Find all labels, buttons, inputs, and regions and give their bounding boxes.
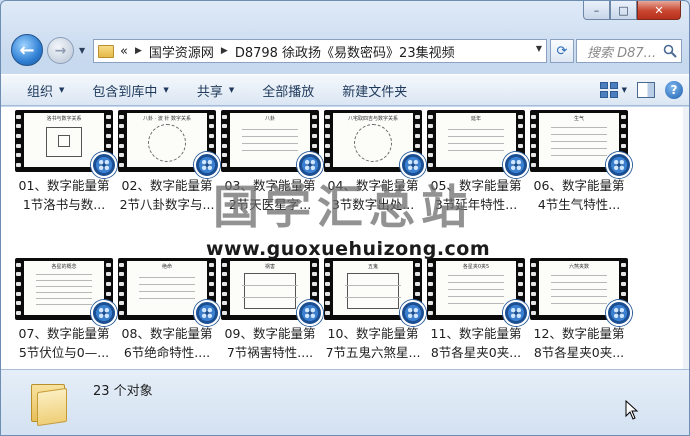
vertical-scrollbar[interactable]	[683, 107, 689, 369]
thumbnail-caption: 八宅取四吉与数字关系	[347, 116, 398, 122]
video-thumbnail: 八宅取四吉与数字关系	[324, 110, 426, 178]
back-arrow-icon: ←	[19, 39, 35, 61]
thumbnail-caption: 各星的概念	[51, 264, 77, 270]
thumbnail-caption: 绝命	[161, 264, 172, 270]
video-reel-icon	[503, 152, 529, 178]
video-thumbnail: 五鬼	[324, 258, 426, 326]
video-thumbnail: 八卦 · 波 针 数字关系	[118, 110, 220, 178]
folder-icon	[98, 44, 114, 58]
breadcrumb-separator-icon: ▶	[220, 46, 228, 56]
forward-button[interactable]: →	[47, 37, 74, 64]
address-bar[interactable]: « ▶ 国学资源网 ▶ D8798 徐政扬《易数密码》23集视频 ▼	[93, 39, 547, 63]
play-all-label: 全部播放	[262, 84, 315, 100]
video-reel-icon	[91, 300, 117, 326]
video-thumbnail: 绝命	[118, 258, 220, 326]
video-reel-icon	[194, 300, 220, 326]
video-thumbnail: 六煞夹数	[530, 258, 632, 326]
recent-pages-dropdown-icon[interactable]: ▼	[79, 46, 85, 55]
file-name: 06、数字能量第 4节生气特性...	[533, 178, 625, 212]
file-name: 02、数字能量第 2节八卦数字与...	[119, 178, 215, 212]
share-menu[interactable]: 共享 ▼	[183, 81, 248, 100]
thumbnail-caption: 八卦 · 波 针 数字关系	[143, 116, 191, 122]
view-options-dropdown-icon[interactable]: ▼	[622, 86, 627, 94]
thumbnail-caption: 六煞夹数	[568, 264, 589, 270]
video-thumbnail: 洛书与数字关系	[15, 110, 117, 178]
thumbnail-caption: 五鬼	[367, 264, 378, 270]
close-button[interactable]: ✕	[637, 1, 681, 20]
new-folder-button[interactable]: 新建文件夹	[328, 81, 421, 100]
search-input[interactable]: 搜索 D87...	[576, 39, 682, 63]
item-count: 23 个对象	[93, 384, 153, 399]
forward-arrow-icon: →	[54, 42, 67, 59]
video-thumbnail: 各星夹0夹5	[427, 258, 529, 326]
organize-label: 组织	[27, 84, 54, 100]
include-library-label: 包含到库中	[92, 84, 158, 100]
video-reel-icon	[606, 300, 632, 326]
organize-menu[interactable]: 组织 ▼	[1, 81, 78, 100]
file-name: 12、数字能量第 8节各星夹0夹...	[533, 326, 625, 360]
thumbnail-caption: 延年	[470, 116, 481, 122]
breadcrumb-separator-icon: ▶	[134, 46, 142, 56]
help-icon[interactable]: ?	[665, 81, 683, 99]
chevron-down-icon: ▼	[59, 86, 65, 94]
chevron-down-icon: ▼	[228, 86, 235, 94]
file-name: 08、数字能量第 6节绝命特性....	[121, 326, 213, 360]
change-view-icon[interactable]	[599, 82, 618, 98]
file-name: 09、数字能量第 7节祸害特性....	[224, 326, 316, 360]
explorer-window: – □ ✕ ← → ▼ « ▶ 国学资源网 ▶ D8798 徐政扬《易数密码》2…	[0, 0, 690, 436]
folder-icon	[31, 380, 67, 427]
video-reel-icon	[503, 300, 529, 326]
search-placeholder: 搜索 D87...	[587, 45, 657, 61]
video-thumbnail: 祸害	[221, 258, 323, 326]
thumbnail-caption: 祸害	[264, 264, 275, 270]
address-dropdown-icon[interactable]: ▼	[536, 44, 542, 53]
video-reel-icon	[91, 152, 117, 178]
watermark-title: 国学汇总站	[213, 180, 473, 234]
maximize-button[interactable]: □	[610, 1, 637, 20]
file-name: 10、数字能量第 7节五鬼六煞星...	[325, 326, 421, 360]
breadcrumb-overflow[interactable]: «	[120, 44, 128, 59]
video-thumbnail: 八卦	[221, 110, 323, 178]
file-list: 洛书与数字关系 01、数字能量第 1节洛书与数... 八卦 · 波 针 数字关系 …	[1, 107, 689, 369]
video-reel-icon	[400, 300, 426, 326]
command-toolbar: 组织 ▼ 包含到库中 ▼ 共享 ▼ 全部播放 新建文件夹 ▼ ?	[1, 74, 689, 106]
share-label: 共享	[196, 84, 223, 100]
thumbnail-caption: 八卦	[264, 116, 275, 122]
search-icon	[663, 44, 677, 58]
window-controls: – □ ✕	[583, 1, 681, 21]
file-name: 07、数字能量第 5节伏位与0—...	[18, 326, 110, 360]
mouse-cursor-icon	[625, 400, 639, 420]
breadcrumb-item[interactable]: 国学资源网	[149, 42, 214, 61]
video-reel-icon	[606, 152, 632, 178]
thumbnail-caption: 生气	[573, 116, 584, 122]
video-thumbnail: 生气	[530, 110, 632, 178]
toolbar-right-group: ▼ ?	[599, 81, 683, 99]
refresh-icon: ⟳	[556, 43, 568, 59]
watermark-url: www.guoxuehuizong.com	[206, 238, 491, 260]
chevron-down-icon: ▼	[163, 86, 169, 94]
file-name: 01、数字能量第 1节洛书与数...	[18, 178, 110, 212]
video-thumbnail: 延年	[427, 110, 529, 178]
breadcrumb-item-current[interactable]: D8798 徐政扬《易数密码》23集视频	[235, 42, 455, 61]
refresh-button[interactable]: ⟳	[550, 39, 574, 63]
new-folder-label: 新建文件夹	[342, 84, 408, 100]
include-library-menu[interactable]: 包含到库中 ▼	[78, 81, 182, 100]
thumbnail-caption: 洛书与数字关系	[46, 116, 82, 122]
file-name: 11、数字能量第 8节各星夹0夹...	[430, 326, 522, 360]
back-button[interactable]: ←	[11, 34, 43, 66]
video-reel-icon	[297, 300, 323, 326]
details-pane: 23 个对象	[1, 369, 689, 435]
video-thumbnail: 各星的概念	[15, 258, 117, 326]
play-all-button[interactable]: 全部播放	[248, 81, 328, 100]
thumbnail-caption: 各星夹0夹5	[462, 264, 490, 270]
navigation-bar: ← → ▼ « ▶ 国学资源网 ▶ D8798 徐政扬《易数密码》23集视频 ▼…	[1, 34, 689, 66]
minimize-button[interactable]: –	[583, 1, 610, 20]
preview-pane-icon[interactable]	[637, 82, 655, 98]
